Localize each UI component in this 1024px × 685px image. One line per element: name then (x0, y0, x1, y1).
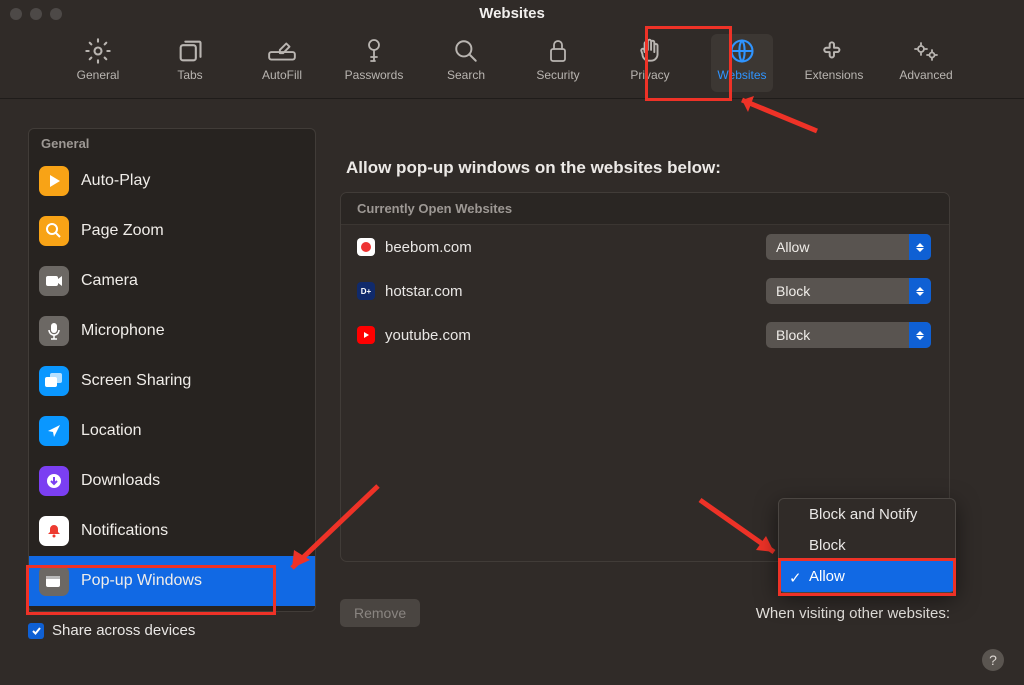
gear-icon (84, 34, 112, 68)
remove-button[interactable]: Remove (340, 599, 420, 627)
camera-icon (39, 266, 69, 296)
gears-icon (911, 34, 941, 68)
sidebar-section-header: General (29, 129, 315, 156)
select-arrows-icon (909, 322, 931, 348)
globe-icon (728, 34, 756, 68)
tab-extensions[interactable]: Extensions (803, 34, 865, 92)
other-websites-label: When visiting other websites: (436, 605, 950, 622)
tab-label: Extensions (805, 68, 864, 82)
popup-icon (39, 566, 69, 596)
setting-value: Block (776, 327, 810, 343)
checkmark-icon: ✓ (789, 569, 802, 587)
share-across-devices[interactable]: Share across devices (28, 622, 316, 639)
dropdown-option-block-notify[interactable]: Block and Notify (779, 499, 955, 530)
help-button[interactable]: ? (982, 649, 1004, 671)
tab-label: Passwords (345, 68, 404, 82)
toolbar: General Tabs AutoFill Passwords Search S… (0, 28, 1024, 98)
favicon-hotstar: D+ (357, 282, 375, 300)
sidebar-item-label: Downloads (81, 472, 160, 490)
share-label: Share across devices (52, 622, 195, 639)
sidebar-item-label: Pop-up Windows (81, 572, 202, 590)
sidebar-item-downloads[interactable]: Downloads (29, 456, 315, 506)
setting-value: Allow (776, 239, 809, 255)
download-icon (39, 466, 69, 496)
website-setting-select[interactable]: Block (766, 322, 931, 348)
website-setting-select[interactable]: Allow (766, 234, 931, 260)
sidebar-item-label: Screen Sharing (81, 372, 191, 390)
tab-label: Tabs (177, 68, 202, 82)
sidebar-item-label: Notifications (81, 522, 168, 540)
tab-search[interactable]: Search (435, 34, 497, 92)
tab-privacy[interactable]: Privacy (619, 34, 681, 92)
website-domain: beebom.com (385, 239, 472, 256)
tab-label: AutoFill (262, 68, 302, 82)
sidebar-item-label: Page Zoom (81, 222, 164, 240)
sidebar-item-notifications[interactable]: Notifications (29, 506, 315, 556)
main-header: Allow pop-up windows on the websites bel… (340, 128, 1004, 192)
sidebar-item-microphone[interactable]: Microphone (29, 306, 315, 356)
sidebar: General Auto-Play Page Zoom Camera Micro… (28, 128, 316, 612)
favicon-beebom (357, 238, 375, 256)
checkbox-checked-icon[interactable] (28, 623, 44, 639)
lock-icon (546, 34, 570, 68)
sidebar-item-location[interactable]: Location (29, 406, 315, 456)
sidebar-item-camera[interactable]: Camera (29, 256, 315, 306)
tab-label: Security (536, 68, 579, 82)
dropdown-option-label: Allow (809, 568, 845, 585)
tab-advanced[interactable]: Advanced (895, 34, 957, 92)
preferences-window: Websites General Tabs AutoFill Passwords… (0, 0, 1024, 685)
tab-label: General (77, 68, 120, 82)
tab-websites[interactable]: Websites (711, 34, 773, 92)
sidebar-item-screensharing[interactable]: Screen Sharing (29, 356, 315, 406)
website-domain: hotstar.com (385, 283, 463, 300)
play-icon (39, 166, 69, 196)
screens-icon (39, 366, 69, 396)
sidebar-item-label: Auto-Play (81, 172, 150, 190)
location-icon (39, 416, 69, 446)
tabs-icon (176, 34, 204, 68)
sidebar-item-autoplay[interactable]: Auto-Play (29, 156, 315, 206)
dropdown-option-allow[interactable]: ✓ Allow (779, 561, 955, 592)
favicon-youtube (357, 326, 375, 344)
puzzle-icon (821, 34, 847, 68)
tab-label: Search (447, 68, 485, 82)
website-setting-select[interactable]: Block (766, 278, 931, 304)
microphone-icon (39, 316, 69, 346)
tab-label: Privacy (630, 68, 669, 82)
window-title: Websites (0, 5, 1024, 22)
dropdown-option-block[interactable]: Block (779, 530, 955, 561)
sidebar-item-pagezoom[interactable]: Page Zoom (29, 206, 315, 256)
other-websites-dropdown[interactable]: Block and Notify Block ✓ Allow (778, 498, 956, 593)
tab-general[interactable]: General (67, 34, 129, 92)
sidebar-item-label: Location (81, 422, 142, 440)
tab-label: Websites (717, 68, 766, 82)
tab-label: Advanced (899, 68, 952, 82)
search-icon (453, 34, 479, 68)
sidebar-item-label: Microphone (81, 322, 165, 340)
sidebar-item-label: Camera (81, 272, 138, 290)
tab-passwords[interactable]: Passwords (343, 34, 405, 92)
setting-value: Block (776, 283, 810, 299)
titlebar: Websites (0, 0, 1024, 28)
tab-autofill[interactable]: AutoFill (251, 34, 313, 92)
tab-security[interactable]: Security (527, 34, 589, 92)
select-arrows-icon (909, 278, 931, 304)
hand-icon (637, 34, 663, 68)
list-header: Currently Open Websites (341, 193, 949, 225)
question-icon: ? (989, 652, 997, 668)
bell-icon (39, 516, 69, 546)
select-arrows-icon (909, 234, 931, 260)
website-row[interactable]: youtube.com Block (341, 313, 949, 357)
zoom-icon (39, 216, 69, 246)
pencil-icon (267, 34, 297, 68)
website-domain: youtube.com (385, 327, 471, 344)
key-icon (362, 34, 386, 68)
website-row[interactable]: D+ hotstar.com Block (341, 269, 949, 313)
tab-tabs[interactable]: Tabs (159, 34, 221, 92)
sidebar-item-popupwindows[interactable]: Pop-up Windows (29, 556, 315, 606)
website-row[interactable]: beebom.com Allow (341, 225, 949, 269)
